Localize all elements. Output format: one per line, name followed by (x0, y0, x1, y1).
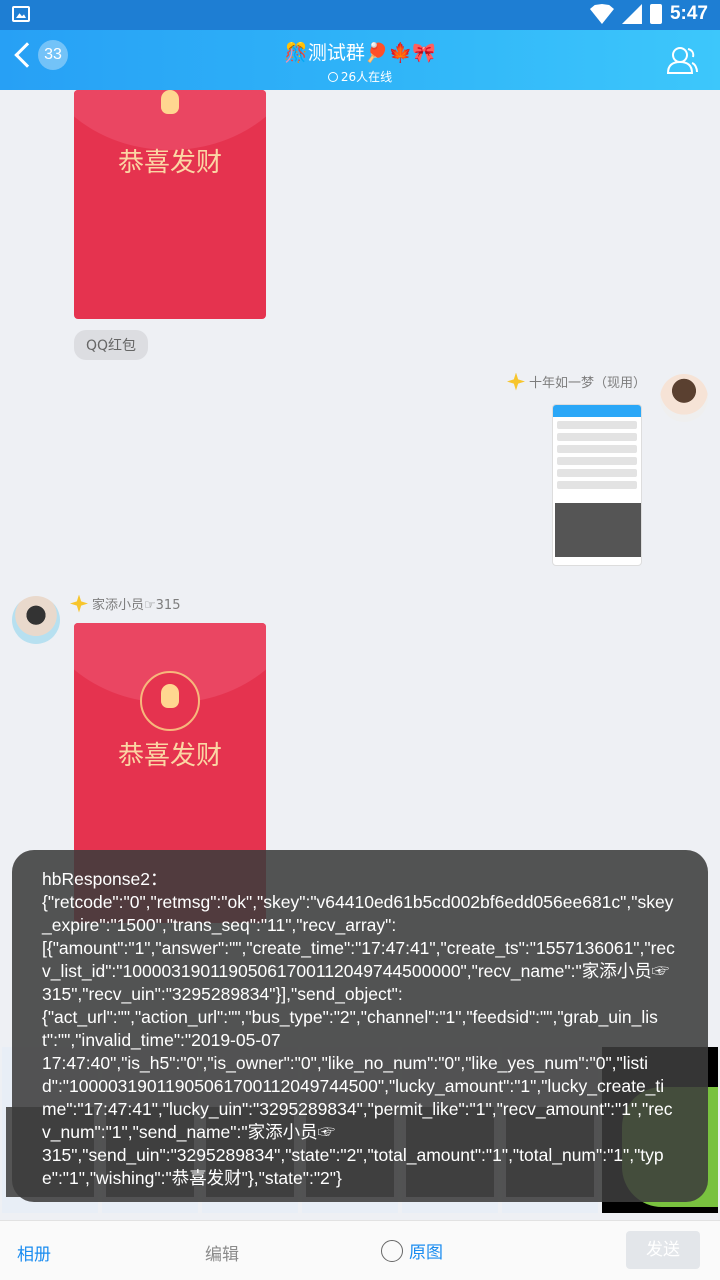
online-count-text: 26人在线 (340, 70, 393, 84)
battery-icon (649, 4, 662, 24)
sender-name-text: 十年如一梦（现用） (528, 376, 646, 391)
edit-button[interactable]: 编辑 (205, 1240, 239, 1265)
gallery-notification-icon (12, 6, 30, 22)
penguin-icon (161, 684, 179, 708)
send-button[interactable]: 发送 (626, 1231, 700, 1269)
sender-name: 十年如一梦（现用） (506, 372, 646, 391)
red-packet-wish: 恭喜发财 (117, 741, 222, 771)
group-title: 🎊测试群🏓🍁🎀 (284, 42, 436, 64)
original-image-label: 原图 (409, 1243, 443, 1263)
status-time: 5:47 (669, 3, 708, 24)
online-icon (327, 72, 338, 82)
red-packet-wish: 恭喜发财 (117, 148, 222, 178)
bottom-bar: 相册 编辑 原图 发送 (0, 1220, 720, 1280)
status-bar: 5:47 (0, 0, 720, 30)
original-image-toggle[interactable]: 原图 (381, 1238, 443, 1263)
radio-icon (381, 1239, 403, 1262)
chat-header: 33 🎊测试群🏓🍁🎀 26人在线 (0, 30, 720, 90)
signal-icon (621, 4, 642, 24)
group-profile-icon[interactable] (666, 44, 698, 76)
toast-text: hbResponse2： {"retcode":"0","retmsg":"ok… (42, 869, 675, 1188)
album-button[interactable]: 相册 (17, 1240, 51, 1265)
red-packet-tag: QQ红包 (74, 330, 149, 360)
sender-name: 家添小员☞315 (70, 594, 180, 613)
image-message[interactable] (552, 404, 642, 566)
penguin-icon (161, 90, 179, 114)
star-icon (70, 594, 88, 613)
online-count: 26人在线 (0, 68, 720, 85)
sender-name-text: 家添小员☞315 (92, 598, 181, 613)
debug-toast: hbResponse2： {"retcode":"0","retmsg":"ok… (12, 850, 708, 1202)
red-packet-message[interactable]: 恭喜发财 (74, 90, 266, 319)
avatar[interactable] (12, 596, 60, 644)
wifi-icon (589, 4, 614, 24)
star-icon (506, 372, 525, 391)
avatar[interactable] (660, 374, 708, 422)
